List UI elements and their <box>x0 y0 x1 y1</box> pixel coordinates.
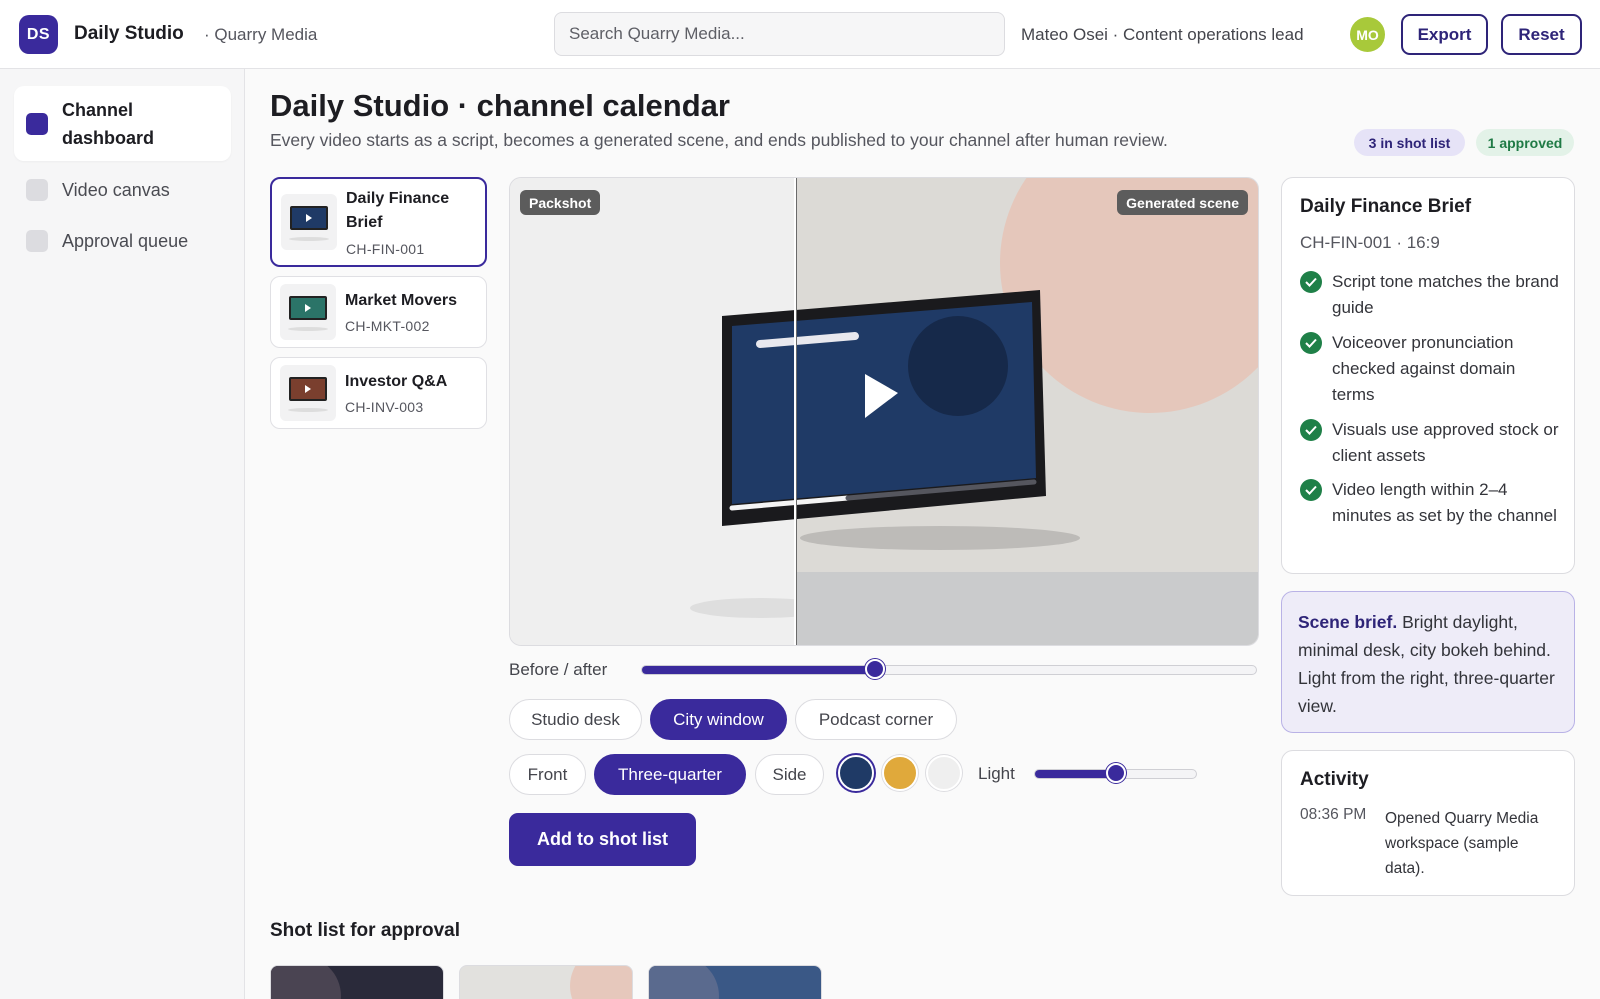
page-title: Daily Studio · channel calendar <box>270 88 730 123</box>
app-name: Daily Studio <box>74 23 184 44</box>
nav-square-icon <box>26 112 48 135</box>
approved-count-badge: 1 approved <box>1476 129 1574 156</box>
before-after-stage[interactable]: Packshot Generated scene <box>509 177 1259 646</box>
scene-illustration <box>510 178 1258 645</box>
slider-fill <box>642 666 875 674</box>
video-title: Investor Q&A <box>345 373 448 390</box>
video-card-market-movers[interactable]: Market Movers CH-MKT-002 <box>270 276 487 348</box>
scene-brief-label: Scene brief. <box>1298 612 1398 632</box>
thumbnail-shadow <box>288 408 328 412</box>
scene-brief-card: Scene brief. Bright daylight, minimal de… <box>1281 591 1575 733</box>
shot-thumbnail-art <box>649 966 719 999</box>
thumbnail-shadow <box>289 237 329 241</box>
monitor-icon <box>722 290 1046 526</box>
activity-time: 08:36 PM <box>1300 806 1367 823</box>
check-icon <box>1300 332 1322 354</box>
sidebar-item-approval-queue[interactable]: Approval queue <box>14 223 231 259</box>
shot-list-title: Shot list for approval <box>270 920 461 941</box>
page-subtitle: Every video starts as a script, becomes … <box>270 130 1168 150</box>
before-after-label: Before / after <box>509 660 608 679</box>
slider-handle[interactable] <box>1106 763 1126 783</box>
before-after-slider[interactable] <box>641 659 1257 679</box>
video-code: CH-MKT-002 <box>345 318 430 334</box>
light-label: Light <box>978 764 1015 783</box>
video-card-daily-finance-brief[interactable]: Daily Finance Brief CH-FIN-001 <box>270 177 487 267</box>
avatar[interactable]: MO <box>1350 17 1385 52</box>
sidebar-item-label: Channel dashboard <box>62 99 155 148</box>
color-swatch-navy[interactable] <box>838 755 874 791</box>
nav-square-icon <box>26 179 48 201</box>
generated-scene-tag: Generated scene <box>1117 190 1248 215</box>
checklist-text: Script tone matches the brand guide <box>1332 272 1559 317</box>
scene-chip-city-window[interactable]: City window <box>650 699 787 740</box>
angle-chip-side[interactable]: Side <box>755 754 824 795</box>
workspace-name: · Quarry Media <box>204 25 318 44</box>
video-code: CH-FIN-001 <box>346 241 425 257</box>
activity-text: Opened Quarry Media workspace (sample da… <box>1385 810 1539 877</box>
scene-chip-podcast-corner[interactable]: Podcast corner <box>795 699 957 740</box>
activity-card: Activity 08:36 PM Opened Quarry Media wo… <box>1281 750 1575 896</box>
nav-square-icon <box>26 230 48 252</box>
sidebar-item-channel-dashboard[interactable]: Channel dashboard <box>14 86 231 161</box>
shot-list-count-badge: 3 in shot list <box>1354 129 1465 156</box>
slider-fill <box>1035 770 1116 778</box>
scene-brief: Scene brief. Bright daylight, minimal de… <box>1298 608 1558 720</box>
checklist-item: Script tone matches the brand guide <box>1300 269 1562 321</box>
reset-button[interactable]: Reset <box>1501 14 1582 55</box>
check-icon <box>1300 271 1322 293</box>
video-details-card: Daily Finance Brief CH-FIN-001 · 16:9 Sc… <box>1281 177 1575 574</box>
color-swatch-mustard[interactable] <box>882 755 918 791</box>
shot-thumbnail[interactable] <box>648 965 822 999</box>
add-to-shot-list-button[interactable]: Add to shot list <box>509 813 696 866</box>
scene-chip-studio-desk[interactable]: Studio desk <box>509 699 642 740</box>
search-input[interactable] <box>554 12 1005 56</box>
sidebar-item-label: Approval queue <box>62 230 189 251</box>
slider-handle[interactable] <box>865 659 885 679</box>
packshot-tag: Packshot <box>520 190 601 215</box>
check-icon <box>1300 419 1322 441</box>
video-thumbnail <box>281 194 337 250</box>
shot-thumbnail-art <box>271 966 341 999</box>
angle-chip-front[interactable]: Front <box>509 754 586 795</box>
play-icon <box>305 304 311 312</box>
shot-thumbnail[interactable] <box>270 965 444 999</box>
video-title: Market Movers <box>345 292 458 309</box>
top-bar: DS Daily Studio · Quarry Media Mateo Ose… <box>0 0 1600 69</box>
video-card-investor-qa[interactable]: Investor Q&A CH-INV-003 <box>270 357 487 429</box>
checklist-item: Visuals use approved stock or client ass… <box>1300 417 1562 469</box>
sidebar-item-label: Video canvas <box>62 179 170 200</box>
video-title: Daily Finance Brief <box>346 190 450 231</box>
checklist-item: Voiceover pronunciation checked against … <box>1300 330 1562 408</box>
app-logo: DS <box>19 15 58 54</box>
export-button[interactable]: Export <box>1401 14 1488 55</box>
checklist-text: Video length within 2–4 minutes as set b… <box>1332 480 1557 525</box>
details-meta: CH-FIN-001 · 16:9 <box>1300 233 1440 252</box>
play-icon <box>305 385 311 393</box>
sidebar: Channel dashboard Video canvas Approval … <box>0 69 245 999</box>
video-thumbnail <box>280 365 336 421</box>
user-name-role: Mateo Osei · Content operations lead <box>1021 25 1304 44</box>
thumbnail-shadow <box>288 327 328 331</box>
angle-chip-three-quarter[interactable]: Three-quarter <box>594 754 746 795</box>
details-title: Daily Finance Brief <box>1300 196 1472 217</box>
video-code: CH-INV-003 <box>345 399 424 415</box>
checklist-item: Video length within 2–4 minutes as set b… <box>1300 477 1562 529</box>
activity-title: Activity <box>1300 769 1369 790</box>
check-icon <box>1300 479 1322 501</box>
light-slider[interactable] <box>1034 763 1197 783</box>
color-swatch-light-grey[interactable] <box>926 755 962 791</box>
checklist-text: Visuals use approved stock or client ass… <box>1332 420 1559 465</box>
sidebar-item-video-canvas[interactable]: Video canvas <box>14 172 231 208</box>
video-thumbnail <box>280 284 336 340</box>
shot-thumbnail-art <box>570 966 632 999</box>
play-icon <box>306 214 312 222</box>
shot-thumbnail[interactable] <box>459 965 633 999</box>
checklist-text: Voiceover pronunciation checked against … <box>1332 333 1516 404</box>
